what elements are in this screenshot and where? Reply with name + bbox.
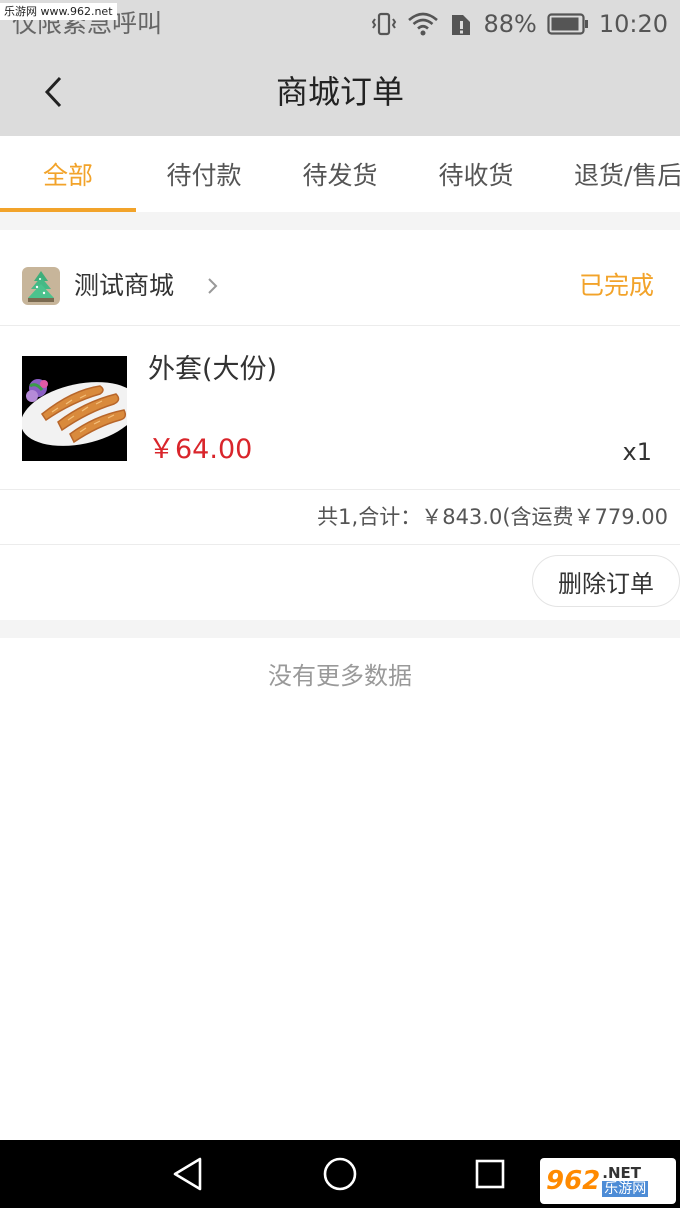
order-actions: 删除订单 (0, 545, 680, 620)
order-card[interactable]: 测试商城 已完成 外套(大份) ￥64.00 x1 共1,合计：￥843.0(含… (0, 230, 680, 620)
tab-pending-payment[interactable]: 待付款 (136, 136, 272, 212)
circle-home-icon (323, 1157, 357, 1191)
nav-back-button[interactable] (168, 1154, 208, 1194)
no-more-data-text: 没有更多数据 (268, 662, 412, 690)
chevron-left-icon (44, 76, 62, 108)
divider (0, 620, 680, 638)
watermark-net: .NET (602, 1164, 642, 1182)
shop-name: 测试商城 (74, 271, 175, 300)
watermark-text: .NET 乐游网 (602, 1164, 649, 1197)
nav-recents-button[interactable] (470, 1154, 510, 1194)
watermark-number: 962 (546, 1166, 601, 1196)
watermark-top: 乐游网 www.962.net (0, 3, 117, 20)
product-quantity: x1 (622, 438, 652, 466)
status-bar: 乐游网 www.962.net 仅限紧急呼叫 88% 10:20 (0, 0, 680, 48)
watermark-cn: 乐游网 (602, 1181, 649, 1197)
shop-logo (22, 267, 60, 305)
sim-alert-icon (449, 11, 473, 37)
battery-percent: 88% (483, 10, 537, 38)
product-image (22, 356, 127, 461)
divider (0, 212, 680, 230)
tab-pending-shipment[interactable]: 待发货 (272, 136, 408, 212)
product-price: ￥64.00 (148, 434, 253, 465)
order-item[interactable]: 外套(大份) ￥64.00 x1 (0, 326, 680, 490)
tab-returns[interactable]: 退货/售后 (544, 136, 680, 212)
status-icons: 88% 10:20 (371, 6, 668, 42)
tab-pending-receipt[interactable]: 待收货 (408, 136, 544, 212)
square-recents-icon (475, 1159, 505, 1189)
order-summary: 共1,合计：￥843.0(含运费￥779.00 (0, 490, 680, 545)
product-name: 外套(大份) (148, 354, 278, 385)
tab-all[interactable]: 全部 (0, 136, 136, 212)
chevron-right-icon (208, 278, 218, 294)
shop-row[interactable]: 测试商城 已完成 (0, 230, 680, 326)
app-header: 商城订单 (0, 48, 680, 136)
wifi-icon (407, 11, 439, 37)
back-button[interactable] (30, 68, 78, 116)
clock: 10:20 (598, 10, 668, 38)
watermark-bottom: 962 .NET 乐游网 (540, 1158, 676, 1204)
order-tabs: 全部 待付款 待发货 待收货 退货/售后 (0, 136, 680, 212)
page-title: 商城订单 (275, 73, 404, 111)
order-total-text: 共1,合计：￥843.0(含运费￥779.00 (317, 505, 668, 529)
battery-icon (547, 13, 589, 35)
order-status: 已完成 (578, 271, 654, 300)
nav-home-button[interactable] (320, 1154, 360, 1194)
triangle-back-icon (173, 1157, 202, 1191)
delete-order-button[interactable]: 删除订单 (532, 555, 680, 607)
vibrate-icon (371, 11, 397, 37)
